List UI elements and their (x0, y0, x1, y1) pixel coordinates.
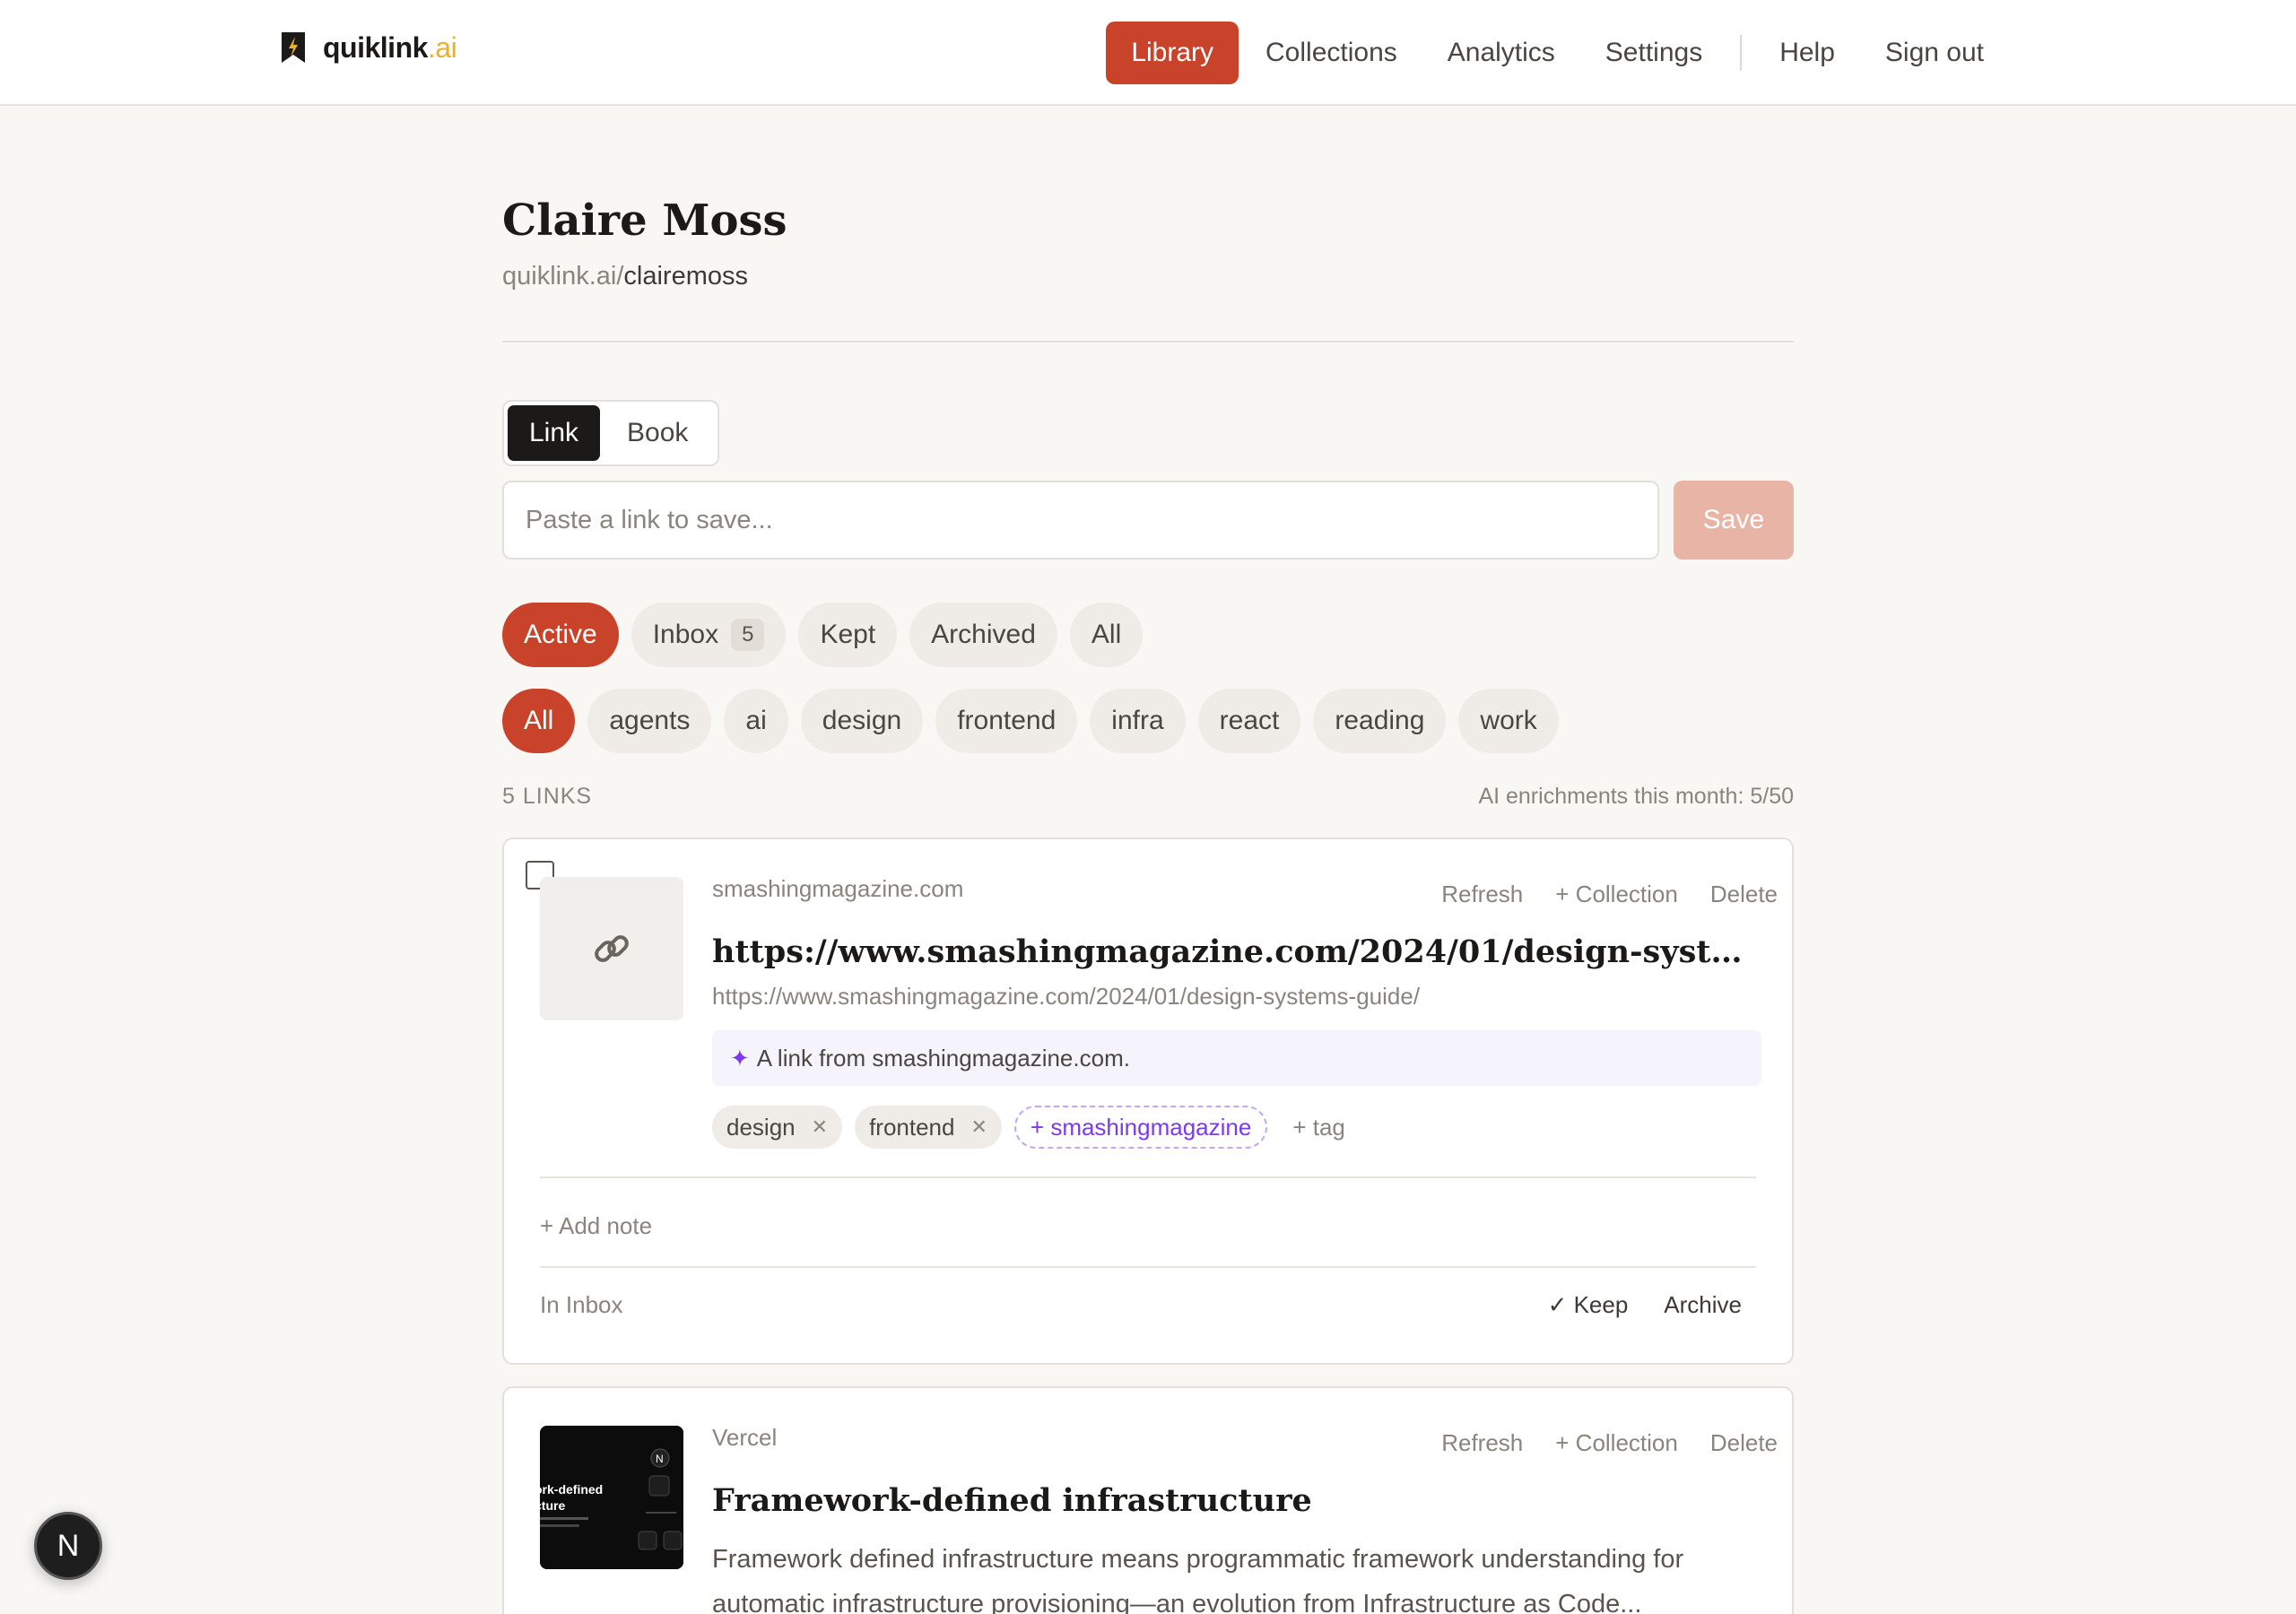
tag-row: design ✕ frontend ✕ + smashingmagazine + t… (712, 1106, 1761, 1149)
profile-name: Claire Moss (502, 195, 787, 246)
tag-filter-bar: All agents ai design frontend infra reac… (502, 689, 1559, 753)
list-meta: 5 LINKS AI enrichments this month: 5/50 (502, 784, 1794, 810)
svg-text:N: N (656, 1453, 664, 1465)
filter-inbox-label: Inbox (652, 620, 719, 649)
mode-toggle: Link Book (502, 400, 719, 466)
link-state: In Inbox (540, 1291, 623, 1318)
mode-link-button[interactable]: Link (508, 405, 601, 461)
suggested-tag-button[interactable]: + smashingmagazine (1013, 1106, 1268, 1149)
tag-filter-react[interactable]: react (1197, 689, 1301, 753)
tag-filter-work[interactable]: work (1458, 689, 1559, 753)
tag-filter-ai[interactable]: ai (724, 689, 788, 753)
card-body: smashingmagazine.com https://www.smashin… (712, 875, 1761, 1149)
next-dev-indicator[interactable]: N (34, 1512, 102, 1580)
brand-logo[interactable]: quiklink.ai (280, 30, 457, 65)
link-card: Refresh + Collection Delete smashingmaga… (502, 837, 1794, 1365)
tag-filter-all[interactable]: All (502, 689, 576, 753)
keep-button[interactable]: ✓ Keep (1548, 1291, 1629, 1319)
card-divider (540, 1266, 1756, 1268)
link-count: 5 LINKS (502, 784, 593, 809)
link-description: Framework defined infrastructure means p… (712, 1545, 1684, 1614)
add-tag-button[interactable]: + tag (1280, 1114, 1345, 1141)
tag-chip[interactable]: frontend ✕ (855, 1106, 1002, 1149)
link-title[interactable]: https://www.smashingmagazine.com/2024/01… (712, 933, 1744, 970)
card-divider (540, 1176, 1756, 1178)
divider (502, 341, 1794, 343)
archive-button[interactable]: Archive (1664, 1291, 1742, 1319)
link-domain: smashingmagazine.com (712, 875, 964, 902)
filter-kept[interactable]: Kept (798, 603, 898, 667)
link-input[interactable] (502, 481, 1659, 560)
nav-analytics[interactable]: Analytics (1422, 22, 1580, 84)
inbox-count-badge: 5 (731, 619, 765, 651)
nav-collections[interactable]: Collections (1240, 22, 1422, 84)
card-footer: In Inbox ✓ Keep Archive (540, 1291, 1742, 1319)
link-icon (595, 935, 629, 962)
sparkle-icon: ✦ (730, 1045, 750, 1072)
tag-chip[interactable]: design ✕ (712, 1106, 843, 1149)
card-body: Vercel Framework-defined infrastructure … (712, 1424, 1761, 1614)
svg-text:ork-defined: ork-defined (540, 1482, 603, 1497)
status-filter-bar: Active Inbox 5 Kept Archived All (502, 603, 1144, 667)
link-card: ork-defined cture N Refresh + Collection… (502, 1386, 1794, 1614)
mode-book-button[interactable]: Book (605, 405, 709, 461)
link-domain: Vercel (712, 1424, 778, 1451)
nav-help[interactable]: Help (1754, 22, 1860, 84)
top-bar: quiklink.ai Library Collections Analytic… (0, 0, 2296, 106)
tag-filter-agents[interactable]: agents (587, 689, 712, 753)
nav-settings[interactable]: Settings (1580, 22, 1727, 84)
filter-active[interactable]: Active (502, 603, 619, 667)
save-button[interactable]: Save (1674, 481, 1794, 560)
bookmark-bolt-icon (282, 32, 305, 63)
preview-image: ork-defined cture N (540, 1426, 683, 1569)
main-nav: Library Collections Analytics Settings H… (1106, 22, 2009, 84)
link-url[interactable]: https://www.smashingmagazine.com/2024/01… (712, 983, 1761, 1011)
link-title[interactable]: Framework-defined infrastructure (712, 1482, 1744, 1519)
profile-url[interactable]: quiklink.ai/clairemoss (502, 262, 748, 291)
link-thumbnail: ork-defined cture N (540, 1426, 683, 1569)
filter-inbox[interactable]: Inbox 5 (631, 603, 787, 667)
add-note-button[interactable]: + Add note (540, 1212, 652, 1240)
link-thumbnail (540, 877, 683, 1020)
ai-summary: ✦ A link from smashingmagazine.com. (712, 1030, 1761, 1086)
svg-text:cture: cture (540, 1498, 565, 1513)
remove-tag-icon[interactable]: ✕ (812, 1106, 828, 1149)
filter-all-status[interactable]: All (1069, 603, 1144, 667)
tag-filter-reading[interactable]: reading (1313, 689, 1447, 753)
nav-sign-out[interactable]: Sign out (1860, 22, 2009, 84)
ai-enrichment-usage: AI enrichments this month: 5/50 (1478, 784, 1794, 809)
nav-library[interactable]: Library (1106, 22, 1239, 84)
brand-name: quiklink.ai (323, 30, 457, 64)
remove-tag-icon[interactable]: ✕ (970, 1106, 987, 1149)
tag-filter-infra[interactable]: infra (1090, 689, 1186, 753)
tag-filter-design[interactable]: design (800, 689, 924, 753)
filter-archived[interactable]: Archived (909, 603, 1057, 667)
tag-filter-frontend[interactable]: frontend (935, 689, 1078, 753)
nav-divider (1740, 35, 1743, 71)
